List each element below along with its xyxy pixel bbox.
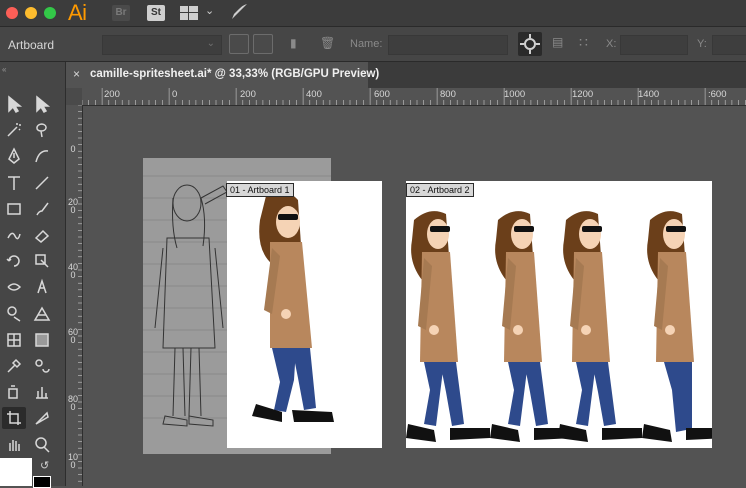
- ruler-v-label: 600: [67, 327, 78, 345]
- document-tab-title: camille-spritesheet.ai* @ 33,33% (RGB/GP…: [90, 68, 380, 80]
- mesh-tool-icon[interactable]: [2, 329, 26, 351]
- character-sprite: [642, 211, 712, 442]
- ruler-h-label: 0: [172, 89, 178, 100]
- feather-icon[interactable]: [230, 3, 248, 21]
- y-label: Y:: [697, 38, 707, 50]
- app-logo: Ai: [68, 0, 87, 25]
- chevron-down-icon[interactable]: ⌄: [205, 4, 214, 17]
- slice-tool-icon[interactable]: [30, 407, 54, 429]
- fill-swatch[interactable]: [0, 458, 32, 486]
- control-bar: Artboard ⌄ ▮ 🗑 Name: ▤ ∷ X: Y:: [0, 27, 746, 62]
- character-sprite: [490, 211, 574, 442]
- zoom-tool-icon[interactable]: [30, 434, 54, 456]
- artboard-preset-select[interactable]: ⌄: [102, 35, 222, 55]
- puppet-warp-icon[interactable]: [30, 276, 54, 298]
- paintbrush-icon[interactable]: [30, 198, 54, 220]
- portrait-button[interactable]: [229, 34, 249, 54]
- trash-icon[interactable]: 🗑: [320, 36, 335, 50]
- vertical-ruler-ticks: [78, 105, 82, 482]
- ruler-h-label: 1400: [638, 89, 660, 100]
- ruler-h-label: 1000: [504, 89, 526, 100]
- minimize-window-button[interactable]: [25, 7, 37, 19]
- ruler-v-label: 0: [70, 144, 76, 154]
- pen-tool-icon[interactable]: [2, 145, 26, 167]
- graph-tool-icon[interactable]: [30, 381, 54, 403]
- name-label: Name:: [350, 38, 383, 50]
- x-field[interactable]: [620, 35, 688, 55]
- artboard-label: Artboard: [8, 38, 55, 52]
- ruler-h-label: 1200: [572, 89, 594, 100]
- artboard-name-field[interactable]: [388, 35, 508, 55]
- character-figure-1: [252, 191, 334, 422]
- landscape-button[interactable]: [253, 34, 273, 54]
- bridge-button[interactable]: Br: [112, 5, 130, 21]
- eraser-icon[interactable]: [30, 224, 54, 246]
- document-tab-bar: × camille-spritesheet.ai* @ 33,33% (RGB/…: [66, 62, 746, 88]
- stroke-swatch[interactable]: [33, 476, 51, 488]
- scale-tool-icon[interactable]: [30, 250, 54, 272]
- character-sprite: [406, 211, 490, 442]
- workspace-layout-icon[interactable]: [180, 6, 198, 20]
- character-sprites-artboard-2: [406, 211, 712, 442]
- artboard-2-label[interactable]: 02 - Artboard 2: [406, 183, 474, 197]
- symbol-sprayer-icon[interactable]: [2, 381, 26, 403]
- rectangle-tool-icon[interactable]: [2, 198, 26, 220]
- gradient-tool-icon[interactable]: [30, 329, 54, 351]
- ruler-v-label: 800: [67, 394, 78, 412]
- blend-tool-icon[interactable]: [30, 355, 54, 377]
- ruler-origin[interactable]: [66, 88, 83, 106]
- vertical-ruler[interactable]: 0 200 400 600 800 100: [66, 105, 83, 486]
- ruler-v-label: 400: [67, 262, 78, 280]
- direct-selection-tool-icon[interactable]: [30, 93, 54, 115]
- artboard-options-icon[interactable]: ▤: [552, 35, 563, 49]
- collapse-toolbar-icon[interactable]: «: [2, 65, 6, 74]
- ruler-v-label: 200: [67, 197, 78, 215]
- selection-tool-icon[interactable]: [2, 93, 26, 115]
- close-icon[interactable]: ×: [73, 67, 80, 81]
- magic-wand-icon[interactable]: [2, 119, 26, 141]
- close-window-button[interactable]: [6, 7, 18, 19]
- x-label: X:: [606, 38, 617, 50]
- new-artboard-icon[interactable]: ▮: [290, 36, 297, 50]
- ruler-h-label: 200: [104, 89, 120, 100]
- ruler-h-label: 400: [306, 89, 322, 100]
- horizontal-ruler[interactable]: 200 0 200 400 600 800 1000 1200 1400 :60…: [82, 88, 746, 106]
- title-bar: Ai Br St ⌄: [0, 0, 746, 27]
- swap-fill-stroke-icon[interactable]: ↺: [40, 459, 49, 472]
- ruler-h-label: :600: [708, 89, 727, 100]
- ruler-h-label: 800: [440, 89, 456, 100]
- curvature-tool-icon[interactable]: [30, 145, 54, 167]
- document-tab[interactable]: × camille-spritesheet.ai* @ 33,33% (RGB/…: [66, 62, 379, 88]
- stock-button[interactable]: St: [147, 5, 165, 21]
- type-tool-icon[interactable]: [2, 172, 26, 194]
- reference-point-icon[interactable]: ∷: [579, 34, 588, 51]
- zoom-window-button[interactable]: [44, 7, 56, 19]
- hand-tool-icon[interactable]: [2, 434, 26, 456]
- chevron-down-icon: ⌄: [206, 38, 215, 49]
- artboard-tool-icon[interactable]: [2, 407, 26, 430]
- y-field[interactable]: [712, 35, 746, 55]
- lasso-icon[interactable]: [30, 119, 54, 141]
- move-with-artwork-button[interactable]: [518, 32, 542, 56]
- line-tool-icon[interactable]: [30, 172, 54, 194]
- ruler-v-label: 100: [67, 452, 78, 470]
- ruler-h-label: 600: [374, 89, 390, 100]
- perspective-grid-icon[interactable]: [30, 303, 54, 325]
- artboard-1-label[interactable]: 01 - Artboard 1: [226, 183, 294, 197]
- width-tool-icon[interactable]: [2, 276, 26, 298]
- eyedropper-icon[interactable]: [2, 355, 26, 377]
- shape-builder-icon[interactable]: [2, 303, 26, 325]
- ruler-h-label: 200: [240, 89, 256, 100]
- rotate-tool-icon[interactable]: [2, 250, 26, 272]
- shaper-tool-icon[interactable]: [2, 224, 26, 246]
- character-sprite: [558, 211, 642, 442]
